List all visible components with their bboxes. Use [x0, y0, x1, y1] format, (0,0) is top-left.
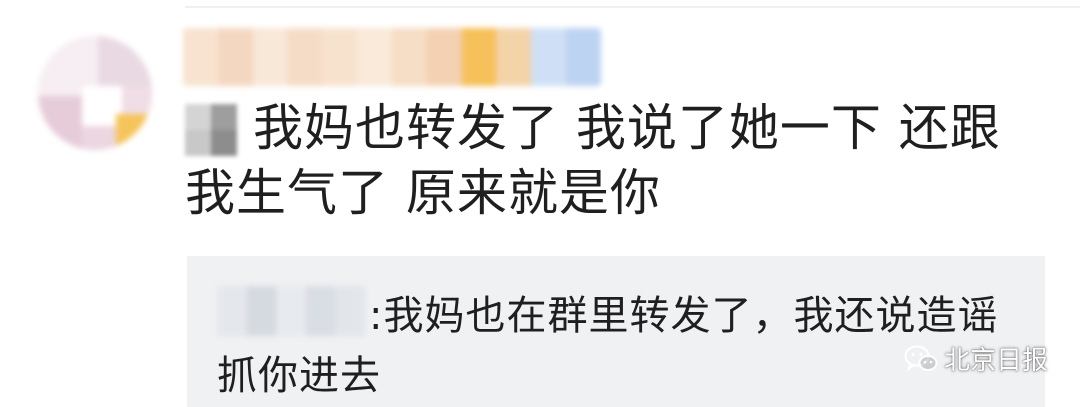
wechat-icon: [904, 344, 938, 371]
comment-text: 我妈也转发了 我说了她一下 还跟我生气了 原来就是你: [185, 99, 1001, 222]
watermark-text: 北京日报: [943, 346, 1048, 376]
reply-separator: :: [369, 293, 384, 339]
username-blurred[interactable]: [183, 28, 601, 86]
quoted-reply[interactable]: :我妈也在群里转发了，我还说造谣抓你进去: [187, 256, 1045, 407]
top-divider: [185, 6, 1080, 8]
avatar[interactable]: [38, 36, 152, 150]
comment-screen: 我妈也转发了 我说了她一下 还跟我生气了 原来就是你 :我妈也在群里转发了，我还…: [0, 0, 1080, 407]
reply-text: :我妈也在群里转发了，我还说造谣抓你进去: [217, 286, 1007, 406]
reply-body: 我妈也在群里转发了，我还说造谣抓你进去: [217, 293, 999, 399]
watermark: 北京日报: [904, 340, 1048, 377]
